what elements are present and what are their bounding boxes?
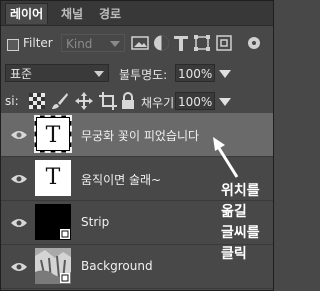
filter-kind-value: Kind bbox=[66, 37, 93, 51]
layers-panel: 레이어 채널 경로 Filter Kind 표준 불투명도: 100% si: … bbox=[0, 0, 274, 291]
layer-name[interactable]: Strip bbox=[81, 215, 109, 229]
filter-row: Filter Kind bbox=[1, 31, 273, 57]
lock-label: si: bbox=[5, 94, 19, 108]
lock-artboard-icon[interactable] bbox=[99, 92, 117, 110]
image-filter-icon[interactable] bbox=[131, 35, 149, 51]
blend-mode-value: 표준 bbox=[10, 67, 33, 81]
annotation-arrow-icon bbox=[213, 137, 239, 178]
layer-thumbnail-text: T bbox=[35, 160, 71, 196]
lock-pixels-brush-icon[interactable] bbox=[51, 92, 69, 110]
lock-row: si: 채우기: 100% bbox=[1, 89, 273, 113]
background-photo-image bbox=[35, 248, 71, 284]
adjustment-filter-icon[interactable] bbox=[153, 34, 170, 52]
filter-label: Filter bbox=[23, 36, 53, 50]
type-filter-icon[interactable] bbox=[173, 34, 189, 52]
layer-thumbnail-photo bbox=[35, 248, 71, 284]
opacity-input[interactable]: 100% bbox=[175, 64, 215, 82]
tab-channels[interactable]: 채널 bbox=[57, 4, 87, 24]
lock-all-icon[interactable] bbox=[121, 92, 135, 110]
layer-name[interactable]: 움직이면 술래~ bbox=[81, 171, 161, 188]
fill-label: 채우기: bbox=[141, 96, 179, 110]
fill-input[interactable]: 100% bbox=[175, 92, 215, 110]
panel-tabs: 레이어 채널 경로 bbox=[1, 1, 273, 26]
tab-paths[interactable]: 경로 bbox=[95, 4, 125, 24]
smart-object-badge-icon bbox=[60, 229, 70, 239]
filter-toggle-icon[interactable] bbox=[247, 36, 261, 50]
chevron-down-icon bbox=[94, 71, 104, 77]
opacity-value: 100% bbox=[178, 67, 213, 81]
annotation-line-4: 클릭 bbox=[221, 246, 247, 262]
annotation-line-1: 위치를 bbox=[221, 183, 260, 199]
lock-transparency-icon[interactable] bbox=[29, 93, 45, 109]
annotation-text: 위치를 옮길 글씨를 클릭 bbox=[221, 181, 260, 265]
tab-layers[interactable]: 레이어 bbox=[5, 3, 49, 24]
fill-value: 100% bbox=[178, 95, 213, 109]
blend-mode-select[interactable]: 표준 bbox=[5, 64, 109, 82]
blend-row: 표준 불투명도: 100% bbox=[1, 61, 273, 85]
layer-name[interactable]: 무궁화 꽃이 피었습니다 bbox=[81, 127, 199, 144]
opacity-label: 불투명도: bbox=[119, 68, 168, 82]
chevron-down-icon bbox=[110, 41, 120, 47]
layer-thumbnail-black bbox=[35, 204, 71, 240]
smart-object-filter-icon[interactable] bbox=[215, 34, 233, 52]
filter-kind-select[interactable]: Kind bbox=[61, 34, 125, 52]
visibility-eye-icon[interactable] bbox=[11, 174, 27, 184]
visibility-eye-icon[interactable] bbox=[11, 130, 27, 140]
visibility-eye-icon[interactable] bbox=[11, 262, 27, 272]
opacity-dropdown-icon[interactable] bbox=[219, 70, 231, 78]
annotation-line-3: 글씨를 bbox=[221, 225, 260, 241]
annotation-line-2: 옮길 bbox=[221, 204, 247, 220]
shape-filter-icon[interactable] bbox=[193, 34, 211, 52]
layer-name[interactable]: Background bbox=[81, 259, 153, 273]
fill-dropdown-icon[interactable] bbox=[219, 98, 231, 106]
lock-position-move-icon[interactable] bbox=[75, 92, 93, 110]
visibility-eye-icon[interactable] bbox=[11, 218, 27, 228]
filter-checkbox[interactable] bbox=[7, 39, 19, 51]
layer-thumbnail-text: T bbox=[34, 115, 72, 153]
